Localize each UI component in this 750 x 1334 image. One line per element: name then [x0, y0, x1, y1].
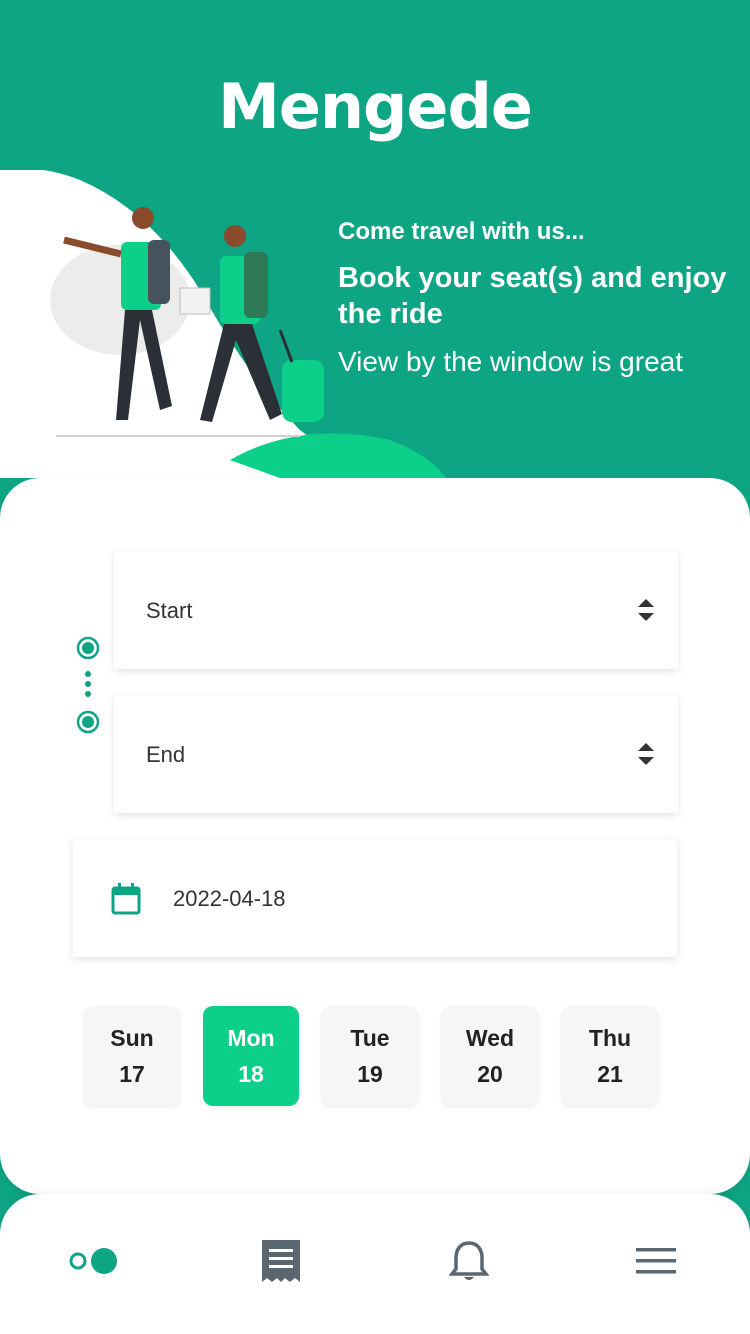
day-name: Tue [350, 1025, 390, 1051]
nav-menu[interactable] [626, 1238, 686, 1284]
hero-text: Come travel with us... Book your seat(s)… [338, 218, 738, 378]
day-name: Sun [110, 1025, 154, 1051]
day-date: 21 [597, 1061, 623, 1087]
sort-arrows-icon [638, 743, 654, 765]
day-name: Wed [465, 1025, 515, 1051]
end-label: End [146, 741, 186, 767]
hero-title: Book your seat(s) and enjoy the ride [338, 262, 727, 330]
bottom-nav [0, 1194, 750, 1334]
app-logo: Mengede [0, 70, 750, 143]
day-name: Thu [588, 1025, 632, 1051]
logo-text: Mengede [218, 70, 533, 143]
day-date: 19 [357, 1061, 383, 1087]
bell-icon [449, 1241, 489, 1280]
start-location-select[interactable]: Start [114, 552, 678, 669]
app-screen: Mengede Come travel with us... Book your… [0, 0, 750, 1334]
dots-toggle-icon [69, 1248, 117, 1274]
hero-tagline: View by the window is great [338, 346, 683, 377]
sort-arrows-icon [638, 599, 654, 621]
hero-subtitle: Come travel with us... [338, 218, 585, 245]
day-date: 17 [119, 1061, 145, 1087]
nav-home[interactable] [64, 1238, 124, 1284]
nav-notifications[interactable] [439, 1238, 499, 1284]
day-chip-mon[interactable]: Mon 18 [203, 1006, 299, 1106]
day-chip-wed[interactable]: Wed 20 [441, 1006, 539, 1106]
date-picker-field[interactable]: 2022-04-18 [73, 840, 677, 957]
day-chip-tue[interactable]: Tue 19 [321, 1006, 419, 1106]
start-label: Start [146, 597, 193, 623]
day-chip-sun[interactable]: Sun 17 [83, 1006, 181, 1106]
nav-tickets[interactable] [251, 1238, 311, 1284]
date-value: 2022-04-18 [173, 885, 286, 911]
day-chip-thu[interactable]: Thu 21 [561, 1006, 659, 1106]
route-dots-icon [76, 636, 100, 734]
day-date: 20 [477, 1061, 503, 1087]
receipt-icon [262, 1240, 300, 1282]
hamburger-menu-icon [636, 1248, 676, 1274]
day-selector: Sun 17 Mon 18 Tue 19 Wed 20 Thu 21 [83, 1006, 659, 1106]
end-location-select[interactable]: End [114, 696, 678, 813]
day-date: 18 [238, 1061, 264, 1087]
calendar-icon [111, 882, 141, 914]
day-name: Mon [227, 1025, 275, 1051]
